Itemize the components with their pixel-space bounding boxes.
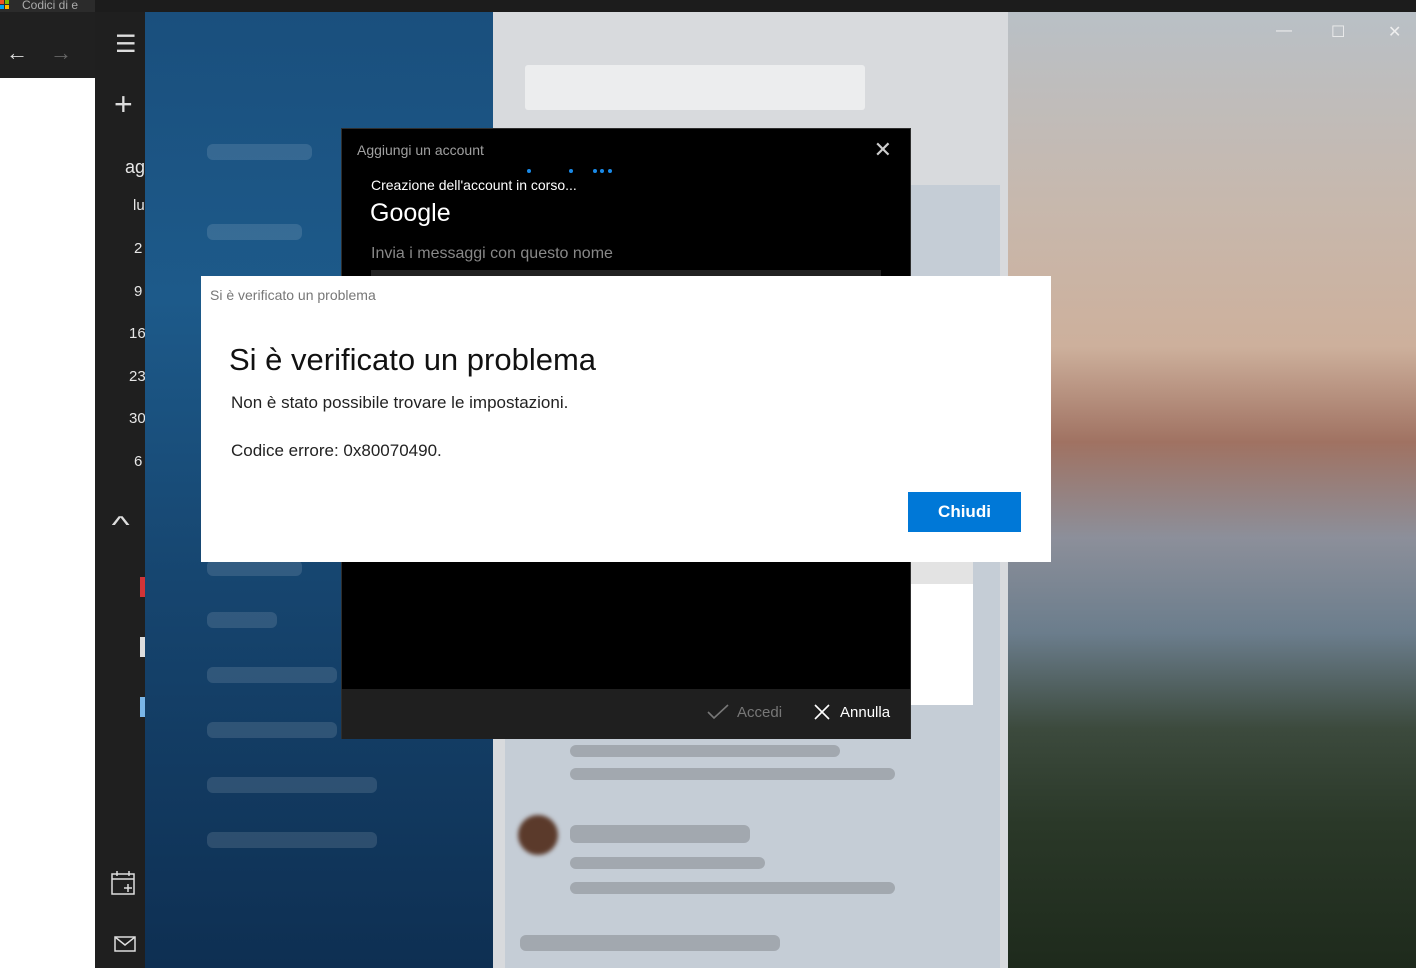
- background-card: [911, 562, 973, 705]
- chevron-up-icon[interactable]: ^: [112, 512, 130, 540]
- blurred-item: [207, 667, 337, 683]
- maximize-icon[interactable]: ☐: [1331, 22, 1345, 42]
- error-code: Codice errore: 0x80070490.: [231, 441, 442, 460]
- browser-toolbar: Codici di e ← →: [0, 0, 95, 78]
- calendar-date[interactable]: 23: [129, 368, 146, 385]
- window-title-bar: [95, 0, 1416, 12]
- blurred-item: [207, 722, 337, 738]
- browser-tab[interactable]: Codici di e: [0, 0, 95, 12]
- send-name-label: Invia i messaggi con questo nome: [371, 245, 613, 262]
- blurred-line: [570, 857, 765, 869]
- blurred-line: [520, 935, 780, 951]
- blurred-line: [570, 745, 840, 757]
- blurred-item: [207, 612, 277, 628]
- browser-window: Codici di e ← →: [0, 0, 95, 968]
- status-text: Creazione dell'account in corso...: [371, 177, 577, 193]
- calendar-date[interactable]: 2: [134, 240, 142, 257]
- error-heading: Si è verificato un problema: [229, 342, 597, 377]
- windows-logo-icon: [0, 0, 10, 10]
- calendar-date[interactable]: 6: [134, 453, 142, 470]
- calendar-date[interactable]: 9: [134, 283, 142, 300]
- close-button[interactable]: Chiudi: [908, 492, 1021, 532]
- nav-rail: ☰ + ag lu 2 9 16 23 30 6 ^: [95, 12, 146, 968]
- error-dialog: Si è verificato un problema Si è verific…: [201, 276, 1051, 562]
- calendar-add-icon[interactable]: [111, 870, 137, 896]
- error-dialog-caption: Si è verificato un problema: [210, 287, 376, 303]
- blurred-item: [207, 777, 377, 793]
- provider-name: Google: [370, 199, 451, 227]
- mail-icon[interactable]: [114, 936, 136, 952]
- blurred-item: [207, 224, 302, 240]
- annulla-button[interactable]: Annulla: [814, 704, 890, 721]
- checkmark-icon: [707, 704, 729, 720]
- dialog-footer: Accedi Annulla: [342, 689, 910, 739]
- search-box-blurred: [525, 65, 865, 110]
- close-window-icon[interactable]: ✕: [1388, 22, 1401, 42]
- dialog-title: Aggiungi un account: [357, 142, 484, 158]
- background-photo: [1008, 12, 1416, 968]
- weekday-label: lu: [133, 197, 145, 214]
- forward-arrow-icon[interactable]: →: [50, 40, 72, 66]
- add-icon[interactable]: +: [114, 86, 133, 123]
- blurred-line: [570, 825, 750, 843]
- back-arrow-icon[interactable]: ←: [6, 40, 28, 66]
- annulla-label: Annulla: [840, 704, 891, 721]
- accedi-label: Accedi: [737, 704, 783, 721]
- accedi-button[interactable]: Accedi: [707, 704, 782, 721]
- calendar-date[interactable]: 30: [129, 410, 146, 427]
- blurred-item: [207, 832, 377, 848]
- error-message: Non è stato possibile trovare le imposta…: [231, 393, 569, 412]
- calendar-date[interactable]: 16: [129, 325, 146, 342]
- minimize-icon[interactable]: —: [1276, 22, 1292, 40]
- blurred-line: [570, 882, 895, 894]
- hamburger-menu-icon[interactable]: ☰: [115, 30, 137, 59]
- close-icon[interactable]: ✕: [874, 137, 892, 163]
- blurred-item: [207, 560, 302, 576]
- avatar: [518, 815, 558, 855]
- month-label: ag: [125, 157, 146, 177]
- blurred-line: [570, 768, 895, 780]
- browser-tab-title: Codici di e: [22, 0, 79, 12]
- blurred-item: [207, 144, 312, 160]
- close-icon: [814, 704, 830, 720]
